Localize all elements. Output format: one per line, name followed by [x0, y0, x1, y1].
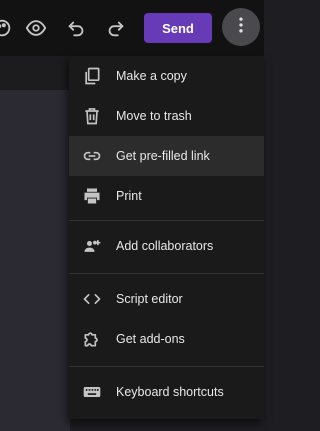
print-icon	[82, 186, 102, 206]
more-vert-icon	[231, 15, 251, 40]
menu-item-move-to-trash[interactable]: Move to trash	[69, 96, 264, 136]
trash-icon	[82, 106, 102, 126]
send-button[interactable]: Send	[144, 13, 212, 43]
menu-item-label: Make a copy	[116, 69, 187, 83]
keyboard-icon	[82, 382, 102, 402]
puzzle-icon	[82, 329, 102, 349]
more-options-menu: Make a copy Move to trash Get pre-filled…	[69, 56, 264, 419]
menu-item-label: Print	[116, 189, 142, 203]
menu-item-keyboard-shortcuts[interactable]: Keyboard shortcuts	[69, 372, 264, 412]
link-icon	[82, 146, 102, 166]
preview-eye-icon[interactable]	[20, 12, 52, 44]
menu-divider	[69, 220, 264, 221]
more-options-button[interactable]	[222, 8, 260, 46]
menu-item-label: Script editor	[116, 292, 183, 306]
menu-divider	[69, 273, 264, 274]
form-canvas-panel	[0, 90, 70, 431]
menu-divider	[69, 366, 264, 367]
code-icon	[82, 289, 102, 309]
menu-item-get-pre-filled-link[interactable]: Get pre-filled link	[69, 136, 264, 176]
menu-item-get-add-ons[interactable]: Get add-ons	[69, 319, 264, 359]
undo-icon[interactable]	[60, 12, 92, 44]
menu-item-add-collaborators[interactable]: Add collaborators	[69, 226, 264, 266]
add-collaborators-icon	[82, 236, 102, 256]
menu-item-label: Get add-ons	[116, 332, 185, 346]
menu-item-label: Move to trash	[116, 109, 192, 123]
page-background	[0, 56, 70, 90]
menu-item-script-editor[interactable]: Script editor	[69, 279, 264, 319]
menu-item-make-a-copy[interactable]: Make a copy	[69, 56, 264, 96]
top-toolbar: Send	[0, 0, 264, 56]
palette-icon[interactable]	[0, 12, 18, 44]
menu-item-label: Get pre-filled link	[116, 149, 210, 163]
menu-item-label: Keyboard shortcuts	[116, 385, 224, 399]
redo-icon[interactable]	[100, 12, 132, 44]
menu-item-print[interactable]: Print	[69, 176, 264, 216]
menu-item-label: Add collaborators	[116, 239, 214, 253]
copy-icon	[82, 66, 102, 86]
